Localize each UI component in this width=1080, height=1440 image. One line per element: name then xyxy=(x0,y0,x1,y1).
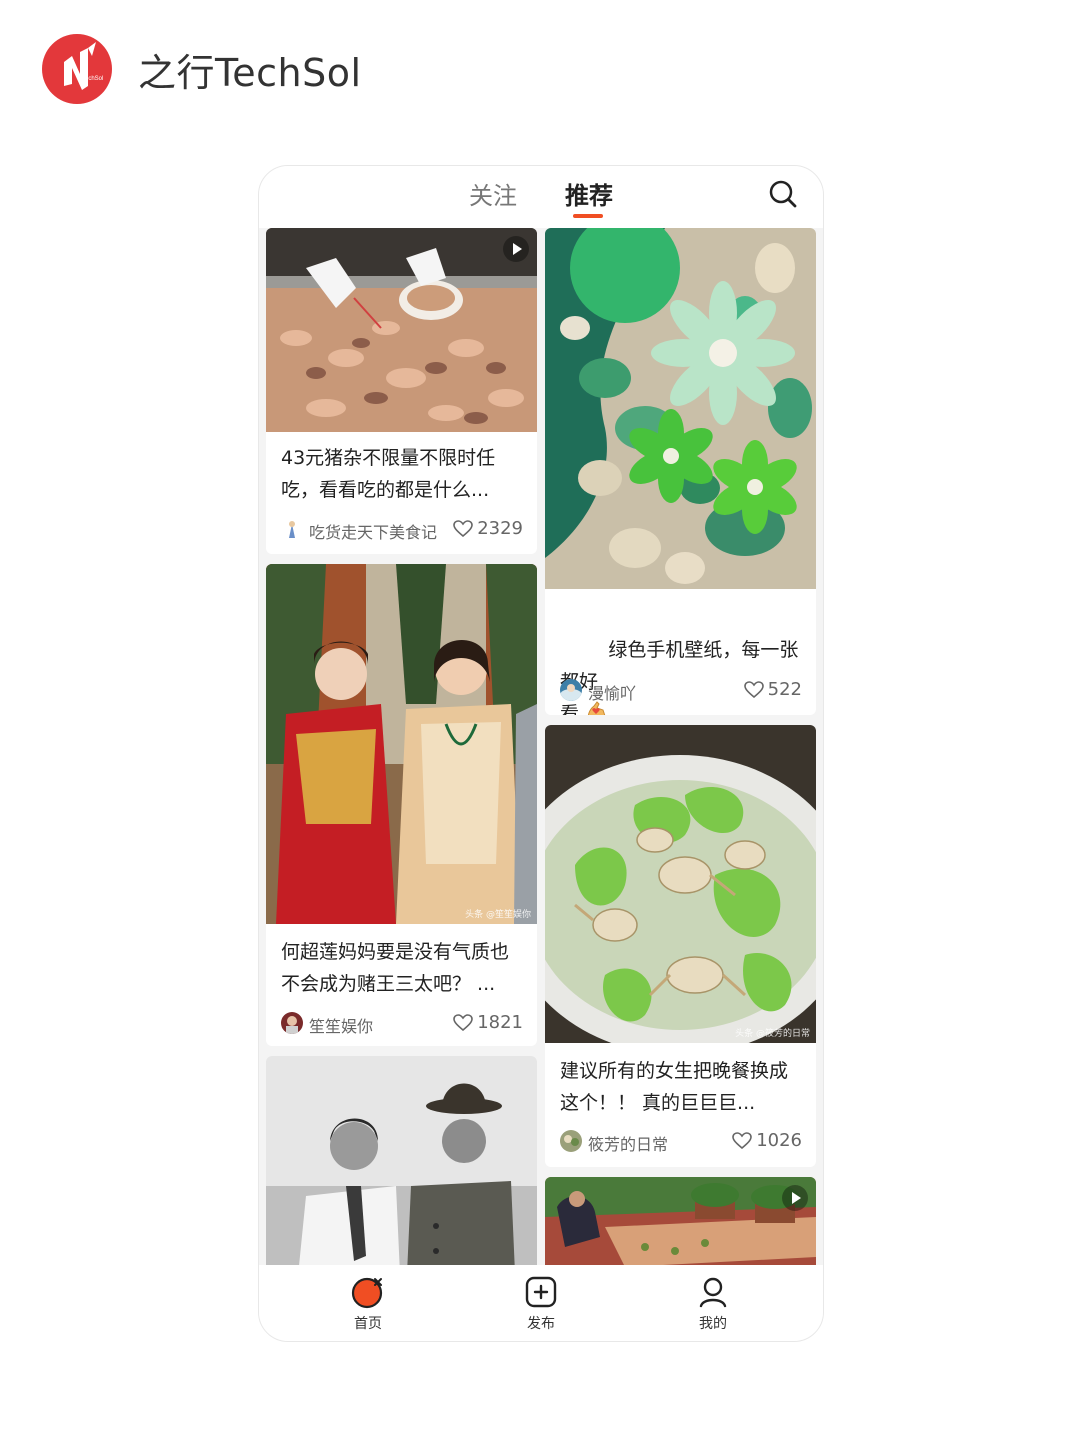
wedding-dress-image: 头条 @笙笙娱你 xyxy=(266,564,537,924)
active-tab-indicator xyxy=(573,214,603,218)
card-meta: 漫愉吖 522 xyxy=(560,679,802,703)
phone-screen: 关注 推荐 43元猪杂不限量不限时任 吃，看看吃的都是什么... 吃货走天下美食… xyxy=(258,165,824,1342)
like-count[interactable]: 1821 xyxy=(453,1012,523,1033)
feed-card[interactable]: 头条 @筱芳的日常 建议所有的女生把晚餐换成 这个！！ 真的巨巨巨... 筱芳的… xyxy=(545,725,816,1167)
video-play-icon xyxy=(503,236,529,262)
heart-icon xyxy=(453,519,473,537)
feed-card[interactable]: 绿色手机壁纸，每一张都好 看 漫愉吖 522 xyxy=(545,228,816,715)
like-count[interactable]: 522 xyxy=(743,679,802,700)
author-name[interactable]: 吃货走天下美食记 xyxy=(309,519,437,543)
author-name[interactable]: 漫愉吖 xyxy=(588,680,636,704)
bottom-navigation: 首页 发布 我的 xyxy=(259,1265,823,1341)
heart-icon xyxy=(453,1013,473,1031)
search-icon[interactable] xyxy=(767,178,799,210)
like-count[interactable]: 1026 xyxy=(732,1130,802,1151)
brand-header: TechSol 之行TechSol xyxy=(42,34,362,104)
garden-image xyxy=(545,1177,816,1265)
nav-publish[interactable]: 发布 xyxy=(501,1275,581,1333)
publish-plus-icon xyxy=(525,1276,557,1308)
old-black-white-image xyxy=(266,1056,537,1265)
brand-name: 之行TechSol xyxy=(138,50,362,95)
green-flower-wallpaper-image xyxy=(545,228,816,589)
soup-image: 头条 @筱芳的日常 xyxy=(545,725,816,1043)
heart-icon xyxy=(743,680,764,698)
image-watermark: 头条 @筱芳的日常 xyxy=(735,1029,810,1039)
card-meta: 筱芳的日常 1026 xyxy=(560,1130,802,1154)
tab-follow[interactable]: 关注 xyxy=(469,176,517,211)
author-avatar[interactable] xyxy=(281,1012,303,1034)
tab-recommend[interactable]: 推荐 xyxy=(565,176,613,211)
video-play-icon xyxy=(782,1185,808,1211)
profile-icon xyxy=(699,1277,727,1308)
like-count[interactable]: 2329 xyxy=(453,518,523,539)
techsol-logo: TechSol xyxy=(42,34,112,104)
card-title[interactable]: 43元猪杂不限量不限时任 吃，看看吃的都是什么... xyxy=(281,442,523,506)
card-meta: 吃货走天下美食记 2329 xyxy=(281,518,523,542)
card-meta: 笙笙娱你 1821 xyxy=(281,1012,523,1036)
author-name[interactable]: 笙笙娱你 xyxy=(309,1013,373,1037)
feed-card[interactable] xyxy=(545,1177,816,1265)
home-icon xyxy=(351,1277,383,1309)
heart-icon xyxy=(732,1131,752,1149)
card-title[interactable]: 建议所有的女生把晚餐换成 这个！！ 真的巨巨巨... xyxy=(560,1055,802,1119)
svg-text:TechSol: TechSol xyxy=(82,76,103,82)
card-title[interactable]: 何超莲妈妈要是没有气质也 不会成为赌王三太吧？ ... xyxy=(281,936,523,1000)
author-avatar[interactable] xyxy=(560,1130,582,1152)
food-stall-image xyxy=(266,228,537,432)
nav-label: 发布 xyxy=(527,1316,555,1332)
top-tab-bar: 关注 推荐 xyxy=(259,166,823,228)
image-watermark: 头条 @笙笙娱你 xyxy=(465,910,531,920)
nav-label: 我的 xyxy=(699,1316,727,1332)
author-avatar[interactable] xyxy=(560,679,582,701)
feed-card[interactable]: 头条 @笙笙娱你 何超莲妈妈要是没有气质也 不会成为赌王三太吧？ ... 笙笙娱… xyxy=(266,564,537,1046)
nav-home[interactable]: 首页 xyxy=(328,1275,408,1333)
author-name[interactable]: 筱芳的日常 xyxy=(588,1131,668,1155)
feed-card[interactable]: 43元猪杂不限量不限时任 吃，看看吃的都是什么... 吃货走天下美食记 2329 xyxy=(266,228,537,554)
nav-label: 首页 xyxy=(354,1316,382,1332)
content-feed[interactable]: 43元猪杂不限量不限时任 吃，看看吃的都是什么... 吃货走天下美食记 2329 xyxy=(259,228,823,1265)
nav-profile[interactable]: 我的 xyxy=(673,1275,753,1333)
feed-card[interactable] xyxy=(266,1056,537,1265)
author-avatar[interactable] xyxy=(281,518,303,540)
